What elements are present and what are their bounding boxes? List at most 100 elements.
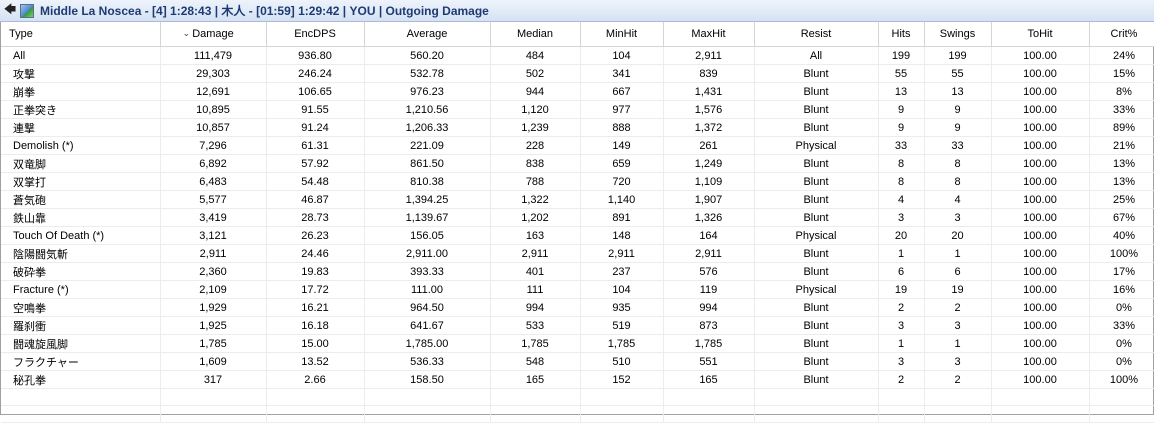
cell-average: 560.20 bbox=[364, 46, 491, 65]
cell-tohit: 100.00 bbox=[991, 118, 1090, 137]
column-header-damage[interactable]: ⌄ Damage bbox=[160, 22, 267, 47]
column-header-type[interactable]: Type bbox=[1, 22, 161, 47]
table-row[interactable]: 双掌打 6,483 54.48 810.38 788 720 1,109 Blunt 8 8 100… bbox=[1, 172, 1154, 191]
cell-median: 1,120 bbox=[490, 100, 581, 119]
column-header-maxhit[interactable]: MaxHit bbox=[663, 22, 755, 47]
table-row[interactable]: 蒼気砲 5,577 46.87 1,394.25 1,322 1,140 1,907 Blun… bbox=[1, 190, 1154, 209]
cell-tohit: 100.00 bbox=[991, 46, 1090, 65]
cell-resist: Blunt bbox=[754, 352, 879, 371]
cell-encdps: 17.72 bbox=[266, 280, 365, 299]
column-header-swings[interactable]: Swings bbox=[924, 22, 992, 47]
column-header-tohit[interactable]: ToHit bbox=[991, 22, 1090, 47]
cell-crit: 0% bbox=[1089, 334, 1154, 353]
cell-maxhit: 1,431 bbox=[663, 82, 755, 101]
empty-cell bbox=[160, 388, 267, 406]
cell-encdps: 15.00 bbox=[266, 334, 365, 353]
cell-maxhit: 1,907 bbox=[663, 190, 755, 209]
column-header-median[interactable]: Median bbox=[490, 22, 581, 47]
empty-cell bbox=[490, 388, 581, 406]
cell-minhit: 977 bbox=[580, 100, 664, 119]
table-row[interactable]: Fracture (*) 2,109 17.72 111.00 111 104 119 Phy… bbox=[1, 280, 1154, 299]
cell-hits: 199 bbox=[878, 46, 925, 65]
cell-tohit: 100.00 bbox=[991, 262, 1090, 281]
cell-hits: 20 bbox=[878, 226, 925, 245]
cell-damage: 1,925 bbox=[160, 316, 267, 335]
cell-median: 2,911 bbox=[490, 244, 581, 263]
table-row[interactable]: 羅刹衝 1,925 16.18 641.67 533 519 873 Blunt 3 3 100.0… bbox=[1, 316, 1154, 335]
table-row[interactable]: 秘孔拳 317 2.66 158.50 165 152 165 Blunt 2 2 100.00 10… bbox=[1, 370, 1154, 389]
cell-hits: 8 bbox=[878, 154, 925, 173]
cell-minhit: 891 bbox=[580, 208, 664, 227]
cell-average: 156.05 bbox=[364, 226, 491, 245]
cell-crit: 25% bbox=[1089, 190, 1154, 209]
cell-average: 861.50 bbox=[364, 154, 491, 173]
cell-type: All bbox=[1, 46, 161, 65]
table-row[interactable]: 双竜脚 6,892 57.92 861.50 838 659 1,249 Blunt 8 8 100… bbox=[1, 154, 1154, 173]
empty-cell bbox=[663, 388, 755, 406]
table-row[interactable]: フラクチャー 1,609 13.52 536.33 548 510 551 Blunt 3 3 10… bbox=[1, 352, 1154, 371]
table-row[interactable]: Touch Of Death (*) 3,121 26.23 156.05 163 148… bbox=[1, 226, 1154, 245]
cell-type: Fracture (*) bbox=[1, 280, 161, 299]
cell-median: 788 bbox=[490, 172, 581, 191]
cell-hits: 33 bbox=[878, 136, 925, 155]
table-row[interactable]: 陰陽闘気斬 2,911 24.46 2,911.00 2,911 2,911 2,911 Bl… bbox=[1, 244, 1154, 263]
table-row[interactable]: 正拳突き 10,895 91.55 1,210.56 1,120 977 1,576 Blun… bbox=[1, 100, 1154, 119]
damage-grid[interactable]: Type ⌄ Damage EncDPS Average Median MinHi… bbox=[0, 22, 1154, 423]
cell-resist: Blunt bbox=[754, 172, 879, 191]
column-header-average[interactable]: Average bbox=[364, 22, 491, 47]
table-row[interactable]: 鉄山靠 3,419 28.73 1,139.67 1,202 891 1,326 Blunt 3… bbox=[1, 208, 1154, 227]
table-row[interactable]: All 111,479 936.80 560.20 484 104 2,911 All 199 1… bbox=[1, 46, 1154, 65]
empty-cell bbox=[878, 405, 925, 423]
table-row[interactable]: 空鳴拳 1,929 16.21 964.50 994 935 994 Blunt 2 2 100.0… bbox=[1, 298, 1154, 317]
table-row[interactable]: 連撃 10,857 91.24 1,206.33 1,239 888 1,372 Blunt 9… bbox=[1, 118, 1154, 137]
column-header-encdps[interactable]: EncDPS bbox=[266, 22, 365, 47]
cell-maxhit: 2,911 bbox=[663, 46, 755, 65]
cell-hits: 13 bbox=[878, 82, 925, 101]
cell-resist: Blunt bbox=[754, 244, 879, 263]
cell-minhit: 1,140 bbox=[580, 190, 664, 209]
empty-cell bbox=[580, 405, 664, 423]
cell-average: 1,139.67 bbox=[364, 208, 491, 227]
cell-encdps: 936.80 bbox=[266, 46, 365, 65]
column-header-minhit[interactable]: MinHit bbox=[580, 22, 664, 47]
cell-tohit: 100.00 bbox=[991, 190, 1090, 209]
empty-cell bbox=[1, 388, 161, 406]
table-row[interactable]: 攻撃 29,303 246.24 532.78 502 341 839 Blunt 55 55 10… bbox=[1, 64, 1154, 83]
cell-encdps: 54.48 bbox=[266, 172, 365, 191]
cell-median: 533 bbox=[490, 316, 581, 335]
column-header-resist[interactable]: Resist bbox=[754, 22, 879, 47]
cell-hits: 3 bbox=[878, 208, 925, 227]
column-header-hits[interactable]: Hits bbox=[878, 22, 925, 47]
back-arrow-icon[interactable]: 🡄 bbox=[3, 2, 17, 18]
cell-swings: 20 bbox=[924, 226, 992, 245]
cell-median: 1,239 bbox=[490, 118, 581, 137]
cell-minhit: 519 bbox=[580, 316, 664, 335]
table-row[interactable]: 闘魂旋風脚 1,785 15.00 1,785.00 1,785 1,785 1,785 Bl… bbox=[1, 334, 1154, 353]
window-title: Middle La Noscea - [4] 1:28:43 | 木人 - [0… bbox=[40, 4, 489, 18]
cell-minhit: 341 bbox=[580, 64, 664, 83]
empty-cell bbox=[266, 405, 365, 423]
cell-average: 393.33 bbox=[364, 262, 491, 281]
cell-crit: 33% bbox=[1089, 316, 1154, 335]
empty-cell bbox=[364, 388, 491, 406]
table-row[interactable]: Demolish (*) 7,296 61.31 221.09 228 149 261 Phy… bbox=[1, 136, 1154, 155]
table-row[interactable]: 破砕拳 2,360 19.83 393.33 401 237 576 Blunt 6 6 100.0… bbox=[1, 262, 1154, 281]
cell-hits: 6 bbox=[878, 262, 925, 281]
cell-average: 111.00 bbox=[364, 280, 491, 299]
cell-resist: Physical bbox=[754, 136, 879, 155]
empty-cell bbox=[364, 405, 491, 423]
empty-cell bbox=[924, 405, 992, 423]
empty-cell bbox=[160, 405, 267, 423]
table-row[interactable]: 崩拳 12,691 106.65 976.23 944 667 1,431 Blunt 13 13… bbox=[1, 82, 1154, 101]
cell-average: 221.09 bbox=[364, 136, 491, 155]
cell-minhit: 237 bbox=[580, 262, 664, 281]
chart-icon bbox=[20, 3, 34, 18]
empty-cell bbox=[754, 405, 879, 423]
cell-tohit: 100.00 bbox=[991, 154, 1090, 173]
column-header-crit[interactable]: Crit% bbox=[1089, 22, 1154, 47]
empty-cell bbox=[266, 388, 365, 406]
cell-encdps: 46.87 bbox=[266, 190, 365, 209]
cell-resist: Blunt bbox=[754, 298, 879, 317]
sort-descending-icon: ⌄ bbox=[182, 28, 191, 38]
cell-crit: 13% bbox=[1089, 154, 1154, 173]
